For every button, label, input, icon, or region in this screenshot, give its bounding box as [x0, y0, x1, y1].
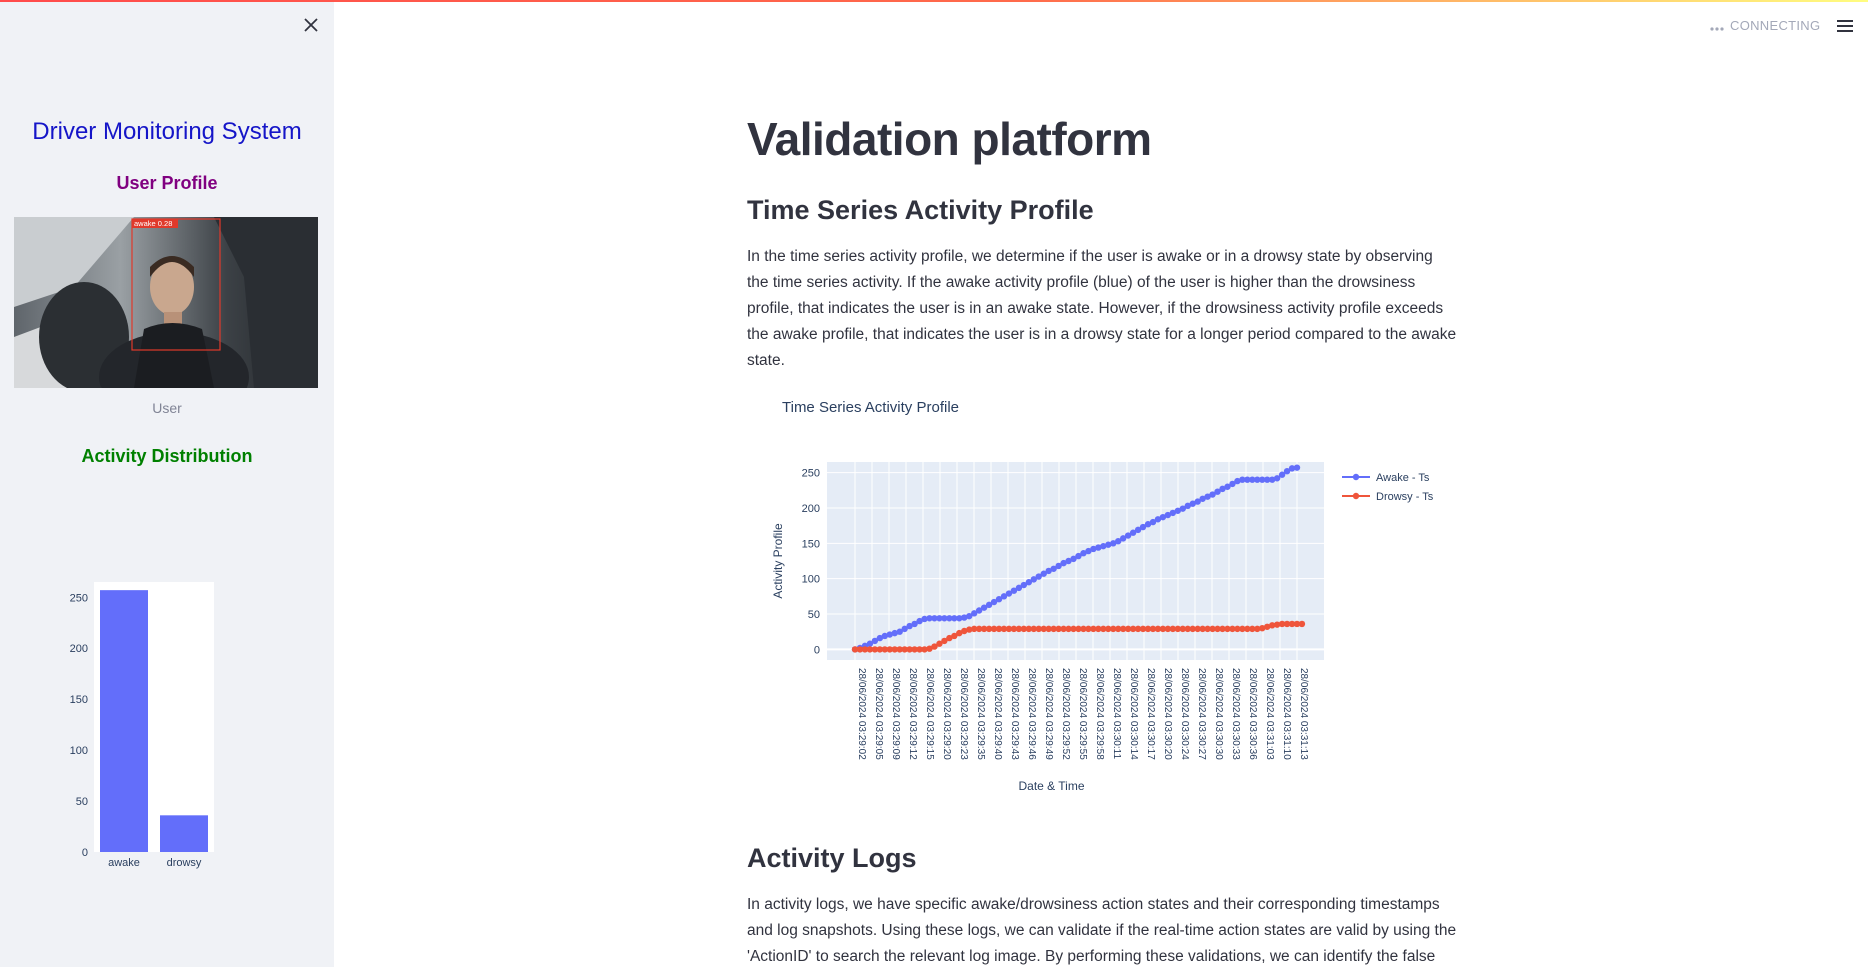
x-tick-label: 28/06/2024 03:30:27: [1196, 668, 1207, 760]
x-tick-label: 28/06/2024 03:30:36: [1247, 668, 1258, 760]
x-tick-label: 28/06/2024 03:30:11: [1111, 668, 1122, 759]
legend-swatch-marker: [1352, 492, 1360, 500]
x-tick-label: 28/06/2024 03:31:13: [1298, 668, 1309, 760]
y-tick-label: 150: [802, 538, 820, 550]
y-tick-label: 250: [802, 468, 820, 480]
photo-caption: User: [152, 400, 182, 416]
x-tick-label: 28/06/2024 03:29:20: [941, 668, 952, 760]
x-tick-label: 28/06/2024 03:29:52: [1060, 668, 1071, 760]
x-tick-label: 28/06/2024 03:29:43: [1009, 668, 1020, 760]
time-series-chart: Time Series Activity Profile 0 50 100 150 200…: [771, 399, 1434, 793]
close-sidebar-button[interactable]: [300, 14, 322, 36]
x-tick-label: 28/06/2024 03:30:24: [1179, 668, 1190, 760]
x-tick-label: 28/06/2024 03:29:12: [907, 668, 918, 760]
bar-y-tick-label: 200: [70, 643, 88, 655]
main-menu-button[interactable]: [1834, 16, 1856, 36]
bar-y-tick-label: 50: [76, 796, 88, 808]
detection-label: awake 0.28: [134, 219, 172, 228]
y-tick-label: 50: [808, 609, 820, 621]
x-tick-label: 28/06/2024 03:29:09: [890, 668, 901, 760]
bar-drowsy: [160, 815, 208, 852]
bar-y-tick-label: 100: [70, 745, 88, 757]
bar-y-tick-label: 150: [70, 694, 88, 706]
section-text-activity-logs: In activity logs, we have specific awake…: [747, 896, 1457, 965]
series-point: [1293, 464, 1301, 471]
close-icon: [304, 18, 318, 32]
user-profile-heading: User Profile: [116, 173, 218, 193]
connection-status: CONNECTING: [1710, 18, 1820, 34]
x-tick-label: 28/06/2024 03:30:14: [1128, 668, 1139, 760]
x-tick-label: 28/06/2024 03:29:46: [1026, 668, 1037, 760]
section-text-time-series: In the time series activity profile, we …: [747, 248, 1457, 369]
section-title-activity-logs: Activity Logs: [747, 843, 917, 873]
y-axis-label: Activity Profile: [771, 523, 785, 599]
y-tick-label: 0: [814, 644, 820, 656]
x-tick-label: 28/06/2024 03:30:20: [1162, 668, 1173, 760]
x-tick-label: 28/06/2024 03:29:40: [992, 668, 1003, 760]
legend-label[interactable]: Awake - Ts: [1376, 472, 1430, 484]
user-photo: awake 0.28: [14, 217, 318, 388]
x-tick-label: 28/06/2024 03:29:05: [873, 668, 884, 760]
sidebar: Driver Monitoring System User Profile aw…: [0, 0, 334, 967]
y-tick-label: 200: [802, 503, 820, 515]
dots-icon: [1710, 19, 1724, 34]
bar-awake: [100, 590, 148, 852]
activity-distribution-chart: 0 50 100 150 200 250 awake drowsy: [70, 582, 214, 869]
x-axis-label: Date & Time: [1018, 779, 1084, 793]
series-point: [1298, 620, 1306, 628]
section-title-time-series: Time Series Activity Profile: [747, 195, 1094, 225]
legend-swatch-marker: [1352, 473, 1360, 481]
page-title: Validation platform: [747, 113, 1152, 165]
x-tick-label: 28/06/2024 03:29:35: [975, 668, 986, 760]
x-tick-label: 28/06/2024 03:31:10: [1281, 668, 1292, 760]
y-tick-label: 100: [802, 574, 820, 586]
chart-title: Time Series Activity Profile: [782, 399, 959, 416]
hamburger-icon: [1837, 20, 1853, 32]
x-tick-label: 28/06/2024 03:30:30: [1213, 668, 1224, 760]
x-tick-label: 28/06/2024 03:29:15: [924, 668, 935, 760]
x-tick-label: 28/06/2024 03:30:33: [1230, 668, 1241, 760]
legend-label[interactable]: Drowsy - Ts: [1376, 491, 1434, 503]
activity-distribution-heading: Activity Distribution: [81, 446, 253, 466]
x-tick-label: 28/06/2024 03:29:49: [1043, 668, 1054, 760]
x-tick-label: 28/06/2024 03:29:23: [958, 668, 969, 760]
bar-y-tick-label: 0: [82, 847, 88, 859]
bar-x-tick-label: awake: [108, 857, 140, 869]
x-tick-label: 28/06/2024 03:29:02: [856, 668, 867, 760]
x-tick-label: 28/06/2024 03:29:58: [1094, 668, 1105, 760]
app-title: Driver Monitoring System: [32, 118, 302, 145]
top-loading-bar: [0, 0, 1868, 2]
x-tick-label: 28/06/2024 03:30:17: [1145, 668, 1156, 760]
bar-x-tick-label: drowsy: [167, 857, 202, 869]
x-tick-label: 28/06/2024 03:31:03: [1264, 668, 1275, 760]
bar-y-tick-label: 250: [70, 592, 88, 604]
status-text: CONNECTING: [1730, 18, 1821, 33]
x-tick-label: 28/06/2024 03:29:55: [1077, 668, 1088, 760]
